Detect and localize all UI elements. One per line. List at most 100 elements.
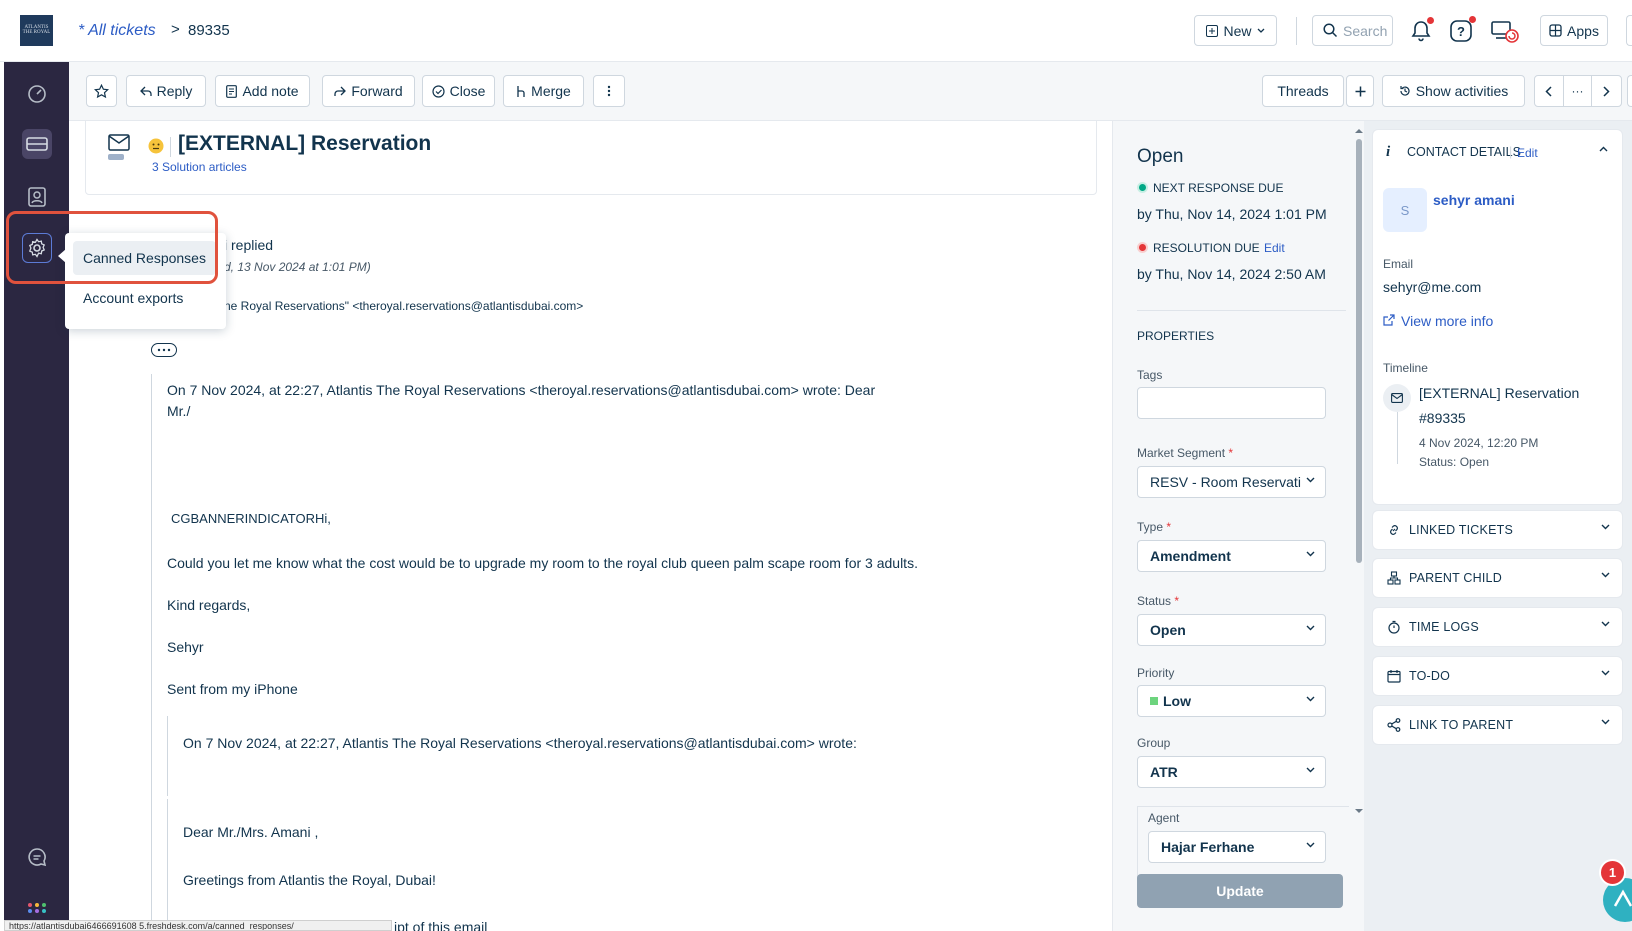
apps-label: Apps (1567, 22, 1599, 39)
agent-select[interactable]: Hajar Ferhane (1148, 831, 1326, 863)
body-line: Kind regards, (167, 597, 251, 613)
required-mark: * (1166, 520, 1172, 534)
resolution-label: RESOLUTION DUE (1153, 241, 1260, 255)
company-logo[interactable]: ATLANTIS THE ROYAL (20, 15, 53, 46)
reply-from-line: ne Royal Reservations" <theroyal.reserva… (224, 299, 584, 313)
annotation-highlight-box (6, 211, 218, 284)
threads-label: Threads (1277, 83, 1329, 99)
star-icon (94, 83, 109, 99)
apps-button[interactable]: Apps (1540, 15, 1608, 46)
parent-child-section[interactable]: PARENT CHILD (1372, 558, 1623, 598)
scrollbar-thumb[interactable] (1356, 139, 1362, 563)
nested-quote-bar-2 (167, 799, 168, 931)
view-more-info-link[interactable]: View more info (1401, 313, 1493, 329)
divider (170, 137, 171, 157)
merge-button[interactable]: Merge (503, 75, 584, 107)
properties-scrollbar[interactable] (1353, 125, 1364, 825)
resolution-edit-link[interactable]: Edit (1264, 241, 1285, 255)
menu-item-account-exports[interactable]: Account exports (73, 281, 216, 315)
contact-name-link[interactable]: sehyr amani (1433, 192, 1515, 208)
quote-header-continued: Mr./ (167, 403, 191, 419)
receipt-line-partial: ipt of this email (394, 919, 488, 931)
plus-icon (1355, 86, 1366, 97)
chevron-down-icon (1601, 670, 1610, 676)
contact-edit-link[interactable]: Edit (1517, 146, 1538, 160)
svg-text:?: ? (1457, 24, 1465, 39)
avatar: S (1383, 188, 1427, 232)
next-ticket-icon[interactable] (1592, 76, 1621, 106)
threads-button[interactable]: Threads (1262, 75, 1344, 107)
status-select[interactable]: Open (1137, 614, 1326, 646)
reply-button[interactable]: Reply (126, 75, 206, 107)
ticket-subject: [EXTERNAL] Reservation (178, 132, 432, 155)
dashboard-icon[interactable] (22, 79, 52, 109)
forward-button[interactable]: Forward (322, 75, 415, 107)
chevron-down-icon (1601, 621, 1610, 627)
linked-tickets-section[interactable]: LINKED TICKETS (1372, 510, 1623, 550)
link-to-parent-label: LINK TO PARENT (1409, 718, 1514, 732)
type-label: Type * (1137, 520, 1171, 534)
divider (1296, 17, 1297, 45)
show-trimmed-content-icon[interactable] (151, 343, 177, 357)
tags-input[interactable] (1137, 387, 1326, 419)
type-value: Amendment (1150, 548, 1231, 564)
market-segment-label-text: Market Segment (1137, 446, 1226, 460)
group-label: Group (1137, 736, 1171, 750)
notifications-icon[interactable] (1407, 17, 1435, 45)
to-do-section[interactable]: TO-DO (1372, 656, 1623, 696)
breadcrumb-all-tickets[interactable]: * All tickets (78, 22, 156, 40)
link-icon (1387, 523, 1401, 537)
more-actions-button[interactable] (593, 75, 625, 107)
link-to-parent-section[interactable]: LINK TO PARENT (1372, 705, 1623, 745)
help-icon[interactable]: ? (1447, 16, 1476, 45)
new-button[interactable]: New (1194, 15, 1277, 46)
status-label-text: Status (1137, 594, 1172, 608)
solution-articles-link[interactable]: 3 Solution articles (152, 160, 247, 174)
timeline-ticket-title[interactable]: [EXTERNAL] Reservation (1419, 385, 1579, 401)
status-label: Status * (1137, 594, 1179, 608)
chevron-up-icon[interactable] (1599, 146, 1608, 152)
priority-select[interactable]: Low (1137, 685, 1326, 717)
widget-icon (1613, 889, 1632, 907)
divider: | (1509, 145, 1513, 159)
show-activities-label: Show activities (1415, 83, 1509, 99)
overflow-edge (1627, 75, 1632, 107)
ticket-properties-panel: Open NEXT RESPONSE DUE by Thu, Nov 14, 2… (1112, 121, 1364, 931)
add-note-button[interactable]: Add note (215, 75, 310, 107)
more-tickets-button[interactable]: ··· (1564, 76, 1593, 106)
banner-indicator: CGBANNERINDICATORHi, (171, 511, 331, 526)
email-icon (108, 134, 130, 151)
resolution-value: by Thu, Nov 14, 2024 2:50 AM (1137, 266, 1326, 282)
time-logs-section[interactable]: TIME LOGS (1372, 607, 1623, 647)
show-activities-button[interactable]: Show activities (1382, 75, 1525, 107)
group-select[interactable]: ATR (1137, 756, 1326, 788)
contact-email: sehyr@me.com (1383, 279, 1482, 295)
chevron-down-icon (1306, 842, 1315, 848)
chat-icon[interactable] (22, 842, 52, 872)
next-response-dot (1137, 182, 1148, 193)
star-button[interactable] (86, 75, 117, 107)
market-segment-select[interactable]: RESV - Room Reservation (1137, 466, 1326, 498)
add-thread-button[interactable] (1346, 75, 1374, 107)
sentiment-neutral-icon (148, 138, 164, 154)
agent-status-icon[interactable] (1488, 17, 1522, 45)
contact-details-header: CONTACT DETAILS (1407, 145, 1521, 159)
market-segment-value: RESV - Room Reservation (1150, 474, 1301, 490)
chevron-down-icon (1257, 28, 1265, 33)
type-select[interactable]: Amendment (1137, 540, 1326, 572)
timeline-ticket-id: #89335 (1419, 410, 1466, 426)
search-button[interactable]: Search (1312, 15, 1393, 46)
close-button[interactable]: Close (422, 75, 495, 107)
priority-color-swatch (1150, 697, 1158, 705)
update-button[interactable]: Update (1137, 874, 1343, 908)
tickets-icon[interactable] (22, 129, 52, 159)
group-value: ATR (1150, 764, 1178, 780)
contact-details-card: i CONTACT DETAILS | Edit S sehyr amani E… (1372, 129, 1623, 505)
properties-section-title: PROPERTIES (1137, 329, 1215, 343)
previous-ticket-icon[interactable] (1535, 76, 1564, 106)
notification-dot (1427, 17, 1434, 24)
check-circle-icon (431, 84, 445, 98)
contacts-icon[interactable] (22, 182, 52, 212)
priority-value: Low (1163, 693, 1191, 709)
left-navigation (4, 62, 69, 931)
